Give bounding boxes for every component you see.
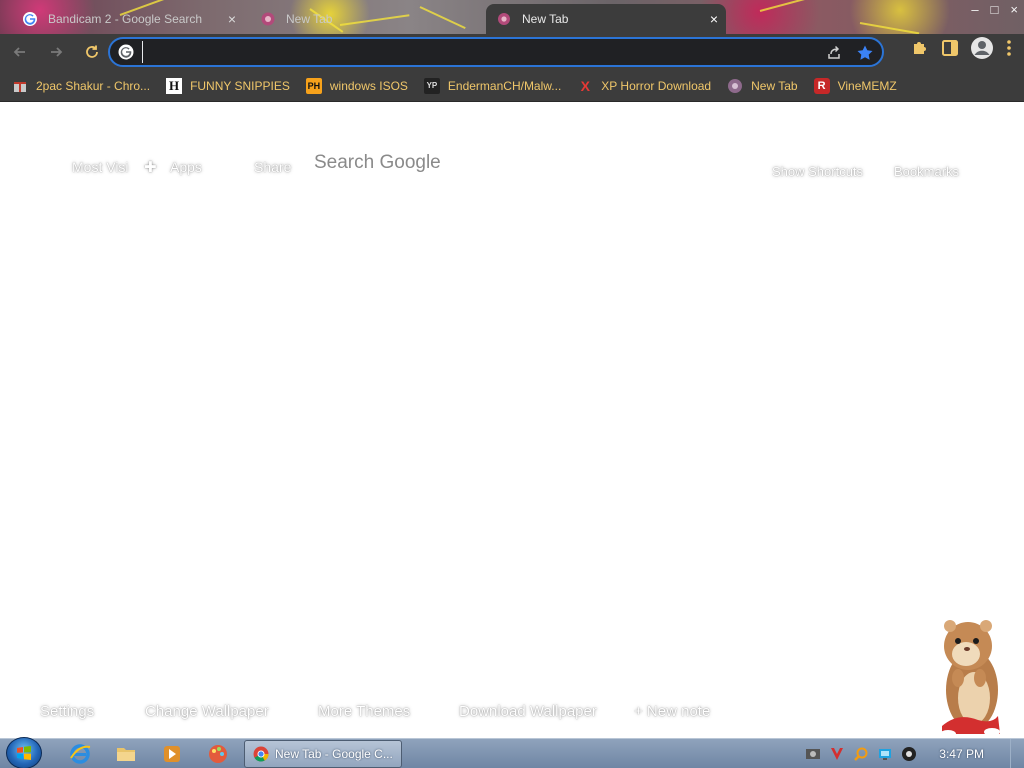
taskbar-clock[interactable]: 3:47 PM xyxy=(939,747,984,761)
taskbar-task-label: New Tab - Google C... xyxy=(275,747,393,761)
bookmark-vinememz[interactable]: R VineMEMZ xyxy=(813,77,897,94)
taskbar-file-explorer[interactable] xyxy=(108,742,144,766)
address-input[interactable] xyxy=(142,41,882,63)
folder-icon xyxy=(117,748,135,761)
yp-logo-icon: YP xyxy=(423,77,440,94)
close-window-icon[interactable]: × xyxy=(1010,2,1018,17)
taskbar-internet-explorer[interactable] xyxy=(62,742,98,766)
search-google-box[interactable]: Search Google xyxy=(314,152,441,174)
google-icon xyxy=(118,44,134,60)
bookmark-label: FUNNY SNIPPIES xyxy=(190,78,290,93)
show-desktop-button[interactable] xyxy=(1010,739,1020,768)
forward-button[interactable] xyxy=(40,36,72,68)
paint-palette-icon xyxy=(209,745,227,763)
share-icon[interactable] xyxy=(826,45,842,61)
new-tab-page: Most Visi ✚ Apps Share Search Google Sho… xyxy=(0,102,1024,738)
tab-title: New Tab xyxy=(286,12,333,26)
hamster-mascot-image[interactable] xyxy=(928,616,1008,740)
x-logo-icon: X xyxy=(580,77,590,94)
bookmarks-link[interactable]: Bookmarks xyxy=(894,164,959,179)
reload-button[interactable] xyxy=(76,36,108,68)
menu-kebab-icon[interactable] xyxy=(1004,38,1014,58)
close-tab-icon[interactable]: × xyxy=(710,11,718,27)
tab-strip: Bandicam 2 - Google Search × New Tab New… xyxy=(0,0,1024,34)
bookmark-star-icon[interactable] xyxy=(856,44,874,62)
settings-link[interactable]: Settings xyxy=(40,703,94,720)
bookmark-label: 2pac Shakur - Chro... xyxy=(36,78,151,93)
ph-logo-icon: PH xyxy=(305,77,322,94)
bookmark-xp-horror[interactable]: X XP Horror Download xyxy=(577,77,712,94)
tray-volume-icon[interactable] xyxy=(901,746,917,762)
profile-avatar-icon[interactable] xyxy=(970,36,994,60)
bookmark-label: windows ISOS xyxy=(329,78,408,93)
tab-new-tab[interactable]: New Tab xyxy=(250,4,482,34)
more-themes-link[interactable]: More Themes xyxy=(318,703,410,720)
globe-icon xyxy=(727,78,743,94)
bookmark-new-tab[interactable]: New Tab xyxy=(727,78,798,94)
start-button[interactable] xyxy=(6,737,42,768)
window-controls: – □ × xyxy=(971,2,1018,17)
globe-favicon-icon xyxy=(261,12,275,26)
tray-antivirus-icon[interactable] xyxy=(829,746,845,762)
most-visited-link[interactable]: Most Visi xyxy=(72,159,129,175)
media-player-icon xyxy=(164,746,180,762)
bookmark-label: EndermanCH/Malw... xyxy=(447,78,562,93)
bookmark-windows-isos[interactable]: PH windows ISOS xyxy=(305,77,408,94)
r-logo-icon: R xyxy=(813,77,830,94)
new-note-button[interactable]: + New note xyxy=(634,703,710,720)
tray-bandicam-icon[interactable] xyxy=(805,746,821,762)
bookmark-funny-snippies[interactable]: H FUNNY SNIPPIES xyxy=(166,77,290,94)
arrow-left-icon xyxy=(13,47,25,57)
change-wallpaper-link[interactable]: Change Wallpaper xyxy=(145,703,269,720)
apps-link[interactable]: Apps xyxy=(170,159,202,175)
reload-icon xyxy=(86,45,98,58)
address-bar[interactable] xyxy=(108,37,884,67)
bookmark-label: VineMEMZ xyxy=(837,78,897,93)
browser-toolbar xyxy=(0,34,1024,70)
tab-title: Bandicam 2 - Google Search xyxy=(48,12,203,26)
chrome-icon xyxy=(253,746,269,762)
maximize-icon[interactable]: □ xyxy=(991,2,999,17)
globe-favicon-icon xyxy=(498,13,510,25)
taskbar-media-player[interactable] xyxy=(154,742,190,766)
bookmark-label: XP Horror Download xyxy=(601,78,712,93)
system-tray: 3:47 PM xyxy=(805,739,1020,768)
download-wallpaper-link[interactable]: Download Wallpaper xyxy=(459,703,597,720)
bookmark-2pac[interactable]: 2pac Shakur - Chro... xyxy=(12,78,150,94)
tab-title: New Tab xyxy=(522,12,569,26)
tab-new-tab-active[interactable]: New Tab × xyxy=(486,4,726,34)
minimize-icon[interactable]: – xyxy=(971,2,978,17)
toolbar-right-actions xyxy=(910,36,1024,60)
bookmarks-bar: 2pac Shakur - Chro... H FUNNY SNIPPIES P… xyxy=(0,70,1024,102)
windows-taskbar: New Tab - Google C... 3:47 PM xyxy=(0,737,1024,768)
bookmark-endermanch[interactable]: YP EndermanCH/Malw... xyxy=(423,77,562,94)
show-shortcuts-link[interactable]: Show Shortcuts xyxy=(772,164,863,179)
google-favicon-icon xyxy=(23,12,37,26)
tab-google-search[interactable]: Bandicam 2 - Google Search × xyxy=(12,4,244,34)
taskbar-paint-app[interactable] xyxy=(200,742,236,766)
gift-icon xyxy=(12,78,28,94)
h-logo-icon: H xyxy=(166,77,183,94)
tray-network-icon[interactable] xyxy=(877,746,893,762)
windows-flag-icon xyxy=(17,746,31,760)
extensions-puzzle-icon[interactable] xyxy=(910,38,930,58)
internet-explorer-icon xyxy=(70,744,91,764)
close-tab-icon[interactable]: × xyxy=(228,11,236,27)
arrow-right-icon xyxy=(51,47,63,57)
apps-grid-icon: ✚ xyxy=(144,159,157,176)
bookmark-label: New Tab xyxy=(751,78,798,93)
share-link[interactable]: Share xyxy=(254,159,291,175)
back-button[interactable] xyxy=(4,36,36,68)
tray-search-icon[interactable] xyxy=(853,746,869,762)
side-panel-icon[interactable] xyxy=(940,38,960,58)
taskbar-chrome-window[interactable]: New Tab - Google C... xyxy=(244,740,402,768)
